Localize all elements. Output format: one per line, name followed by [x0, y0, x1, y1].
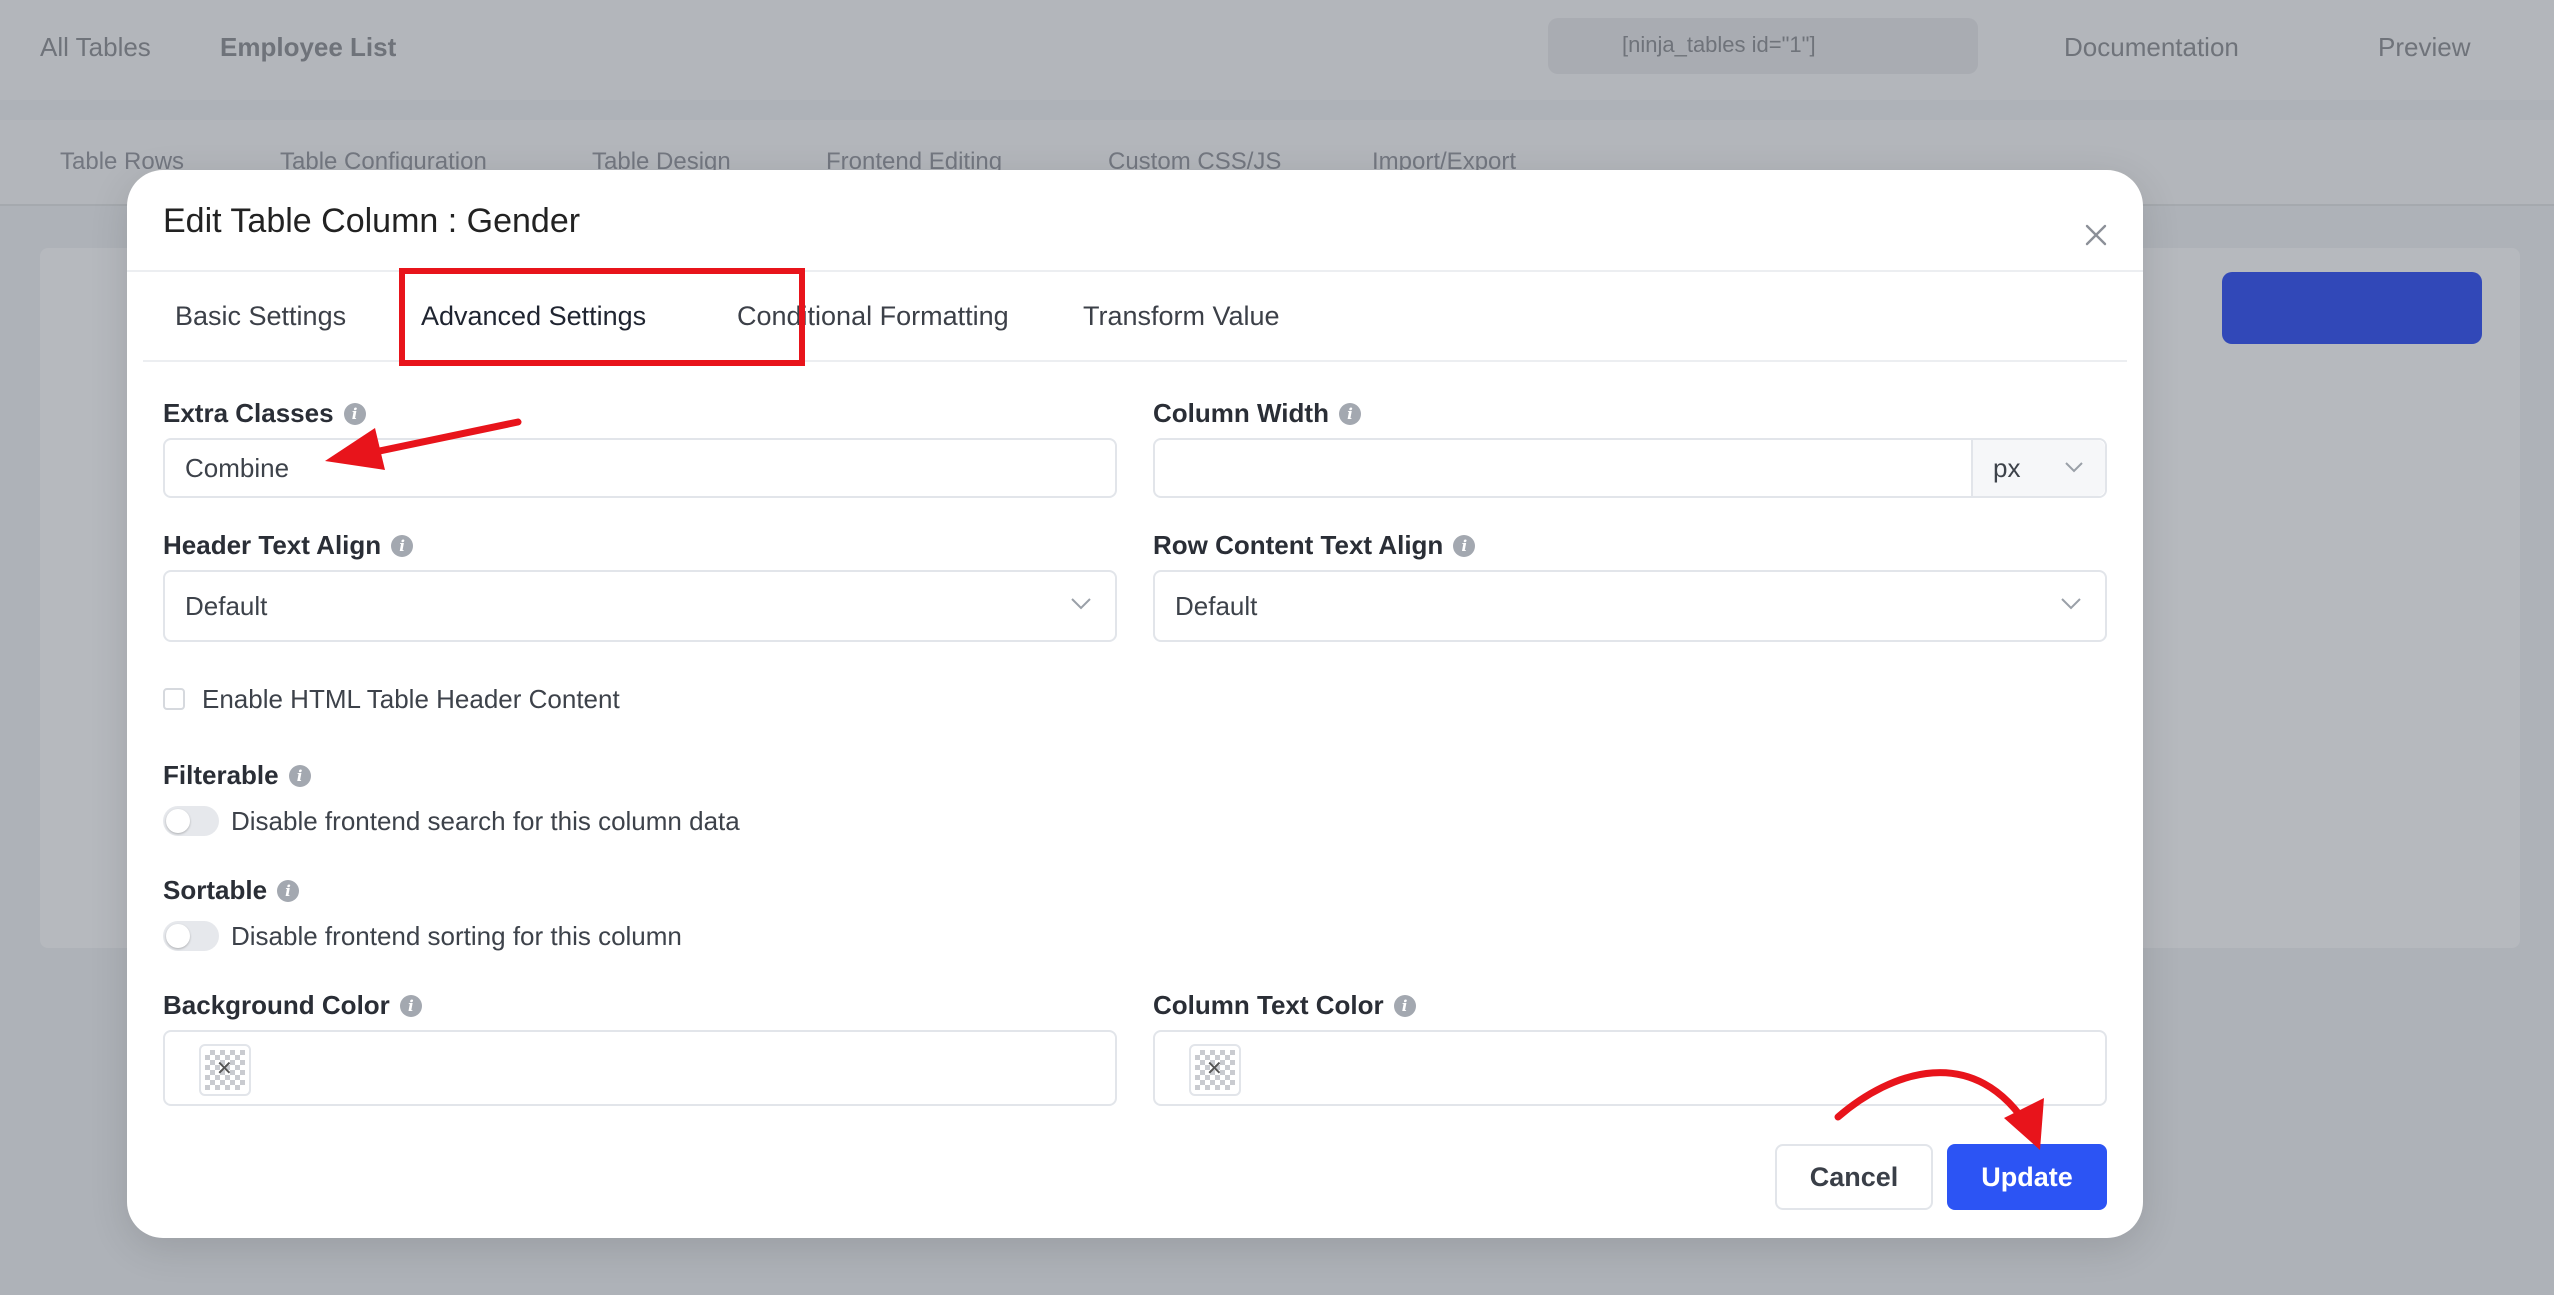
sortable-label-text: Sortable [163, 875, 268, 905]
header-text-align-select[interactable]: Default [163, 570, 1117, 642]
header-text-align-label: Header Text Align i [163, 530, 414, 561]
filterable-toggle[interactable] [163, 806, 219, 836]
bg-table-name: Employee List [220, 32, 397, 62]
modal-title: Edit Table Column : Gender [163, 202, 581, 240]
tab-transform-value[interactable]: Transform Value [1083, 272, 1280, 360]
sortable-toggle-label: Disable frontend sorting for this column [231, 921, 682, 951]
extra-classes-label-text: Extra Classes [163, 398, 334, 428]
chevron-down-icon [1071, 598, 1091, 610]
enable-html-header-label: Enable HTML Table Header Content [202, 684, 620, 714]
filterable-toggle-label: Disable frontend search for this column … [231, 806, 740, 836]
update-button[interactable]: Update [1947, 1144, 2107, 1210]
row-content-text-align-select[interactable]: Default [1153, 570, 2107, 642]
header-text-align-label-text: Header Text Align [163, 530, 382, 560]
background-color-picker[interactable] [199, 1044, 251, 1096]
info-icon: i [288, 764, 311, 787]
enable-html-header-checkbox[interactable] [163, 688, 185, 710]
info-icon: i [399, 994, 422, 1017]
info-icon: i [277, 879, 300, 902]
info-icon: i [1393, 994, 1416, 1017]
extra-classes-value: Combine [185, 452, 290, 483]
background-topbar: All Tables Employee List [ninja_tables i… [0, 0, 2554, 100]
chevron-down-icon [2065, 462, 2083, 473]
bg-documentation: Documentation [2064, 32, 2239, 62]
row-content-text-align-value: Default [1175, 590, 1258, 621]
header-text-align-value: Default [185, 590, 268, 621]
chevron-down-icon [2061, 598, 2081, 610]
filterable-label: Filterable i [163, 760, 311, 791]
column-text-color-label: Column Text Color i [1153, 990, 1416, 1021]
info-icon: i [391, 534, 414, 557]
tab-basic-settings[interactable]: Basic Settings [175, 272, 346, 360]
column-text-color-field[interactable] [1153, 1030, 2107, 1106]
bg-preview: Preview [2378, 32, 2471, 62]
info-icon: i [1453, 534, 1476, 557]
sortable-label: Sortable i [163, 875, 300, 906]
info-icon: i [343, 402, 366, 425]
column-width-label: Column Width i [1153, 398, 1361, 429]
color-empty-icon [1195, 1050, 1235, 1090]
unit-value: px [1993, 452, 2021, 483]
bg-shortcode: [ninja_tables id="1"] [1622, 32, 1816, 57]
info-icon: i [1338, 402, 1361, 425]
column-text-color-label-text: Column Text Color [1153, 990, 1384, 1020]
extra-classes-label: Extra Classes i [163, 398, 366, 429]
background-color-label-text: Background Color [163, 990, 390, 1020]
filterable-label-text: Filterable [163, 760, 279, 790]
row-content-text-align-label: Row Content Text Align i [1153, 530, 1476, 561]
column-width-input[interactable]: px [1153, 438, 2107, 498]
sortable-toggle[interactable] [163, 921, 219, 951]
annotation-highlight-box [399, 268, 805, 366]
row-content-text-align-label-text: Row Content Text Align [1153, 530, 1444, 560]
cancel-button[interactable]: Cancel [1775, 1144, 1933, 1210]
bg-add-column-button [2222, 272, 2482, 344]
column-width-label-text: Column Width [1153, 398, 1329, 428]
column-text-color-picker[interactable] [1189, 1044, 1241, 1096]
background-color-field[interactable] [163, 1030, 1117, 1106]
column-width-unit-select[interactable]: px [1971, 440, 2105, 496]
background-color-label: Background Color i [163, 990, 422, 1021]
extra-classes-input[interactable]: Combine [163, 438, 1117, 498]
color-empty-icon [205, 1050, 245, 1090]
close-icon[interactable] [2081, 220, 2111, 250]
bg-all-tables: All Tables [40, 32, 151, 62]
